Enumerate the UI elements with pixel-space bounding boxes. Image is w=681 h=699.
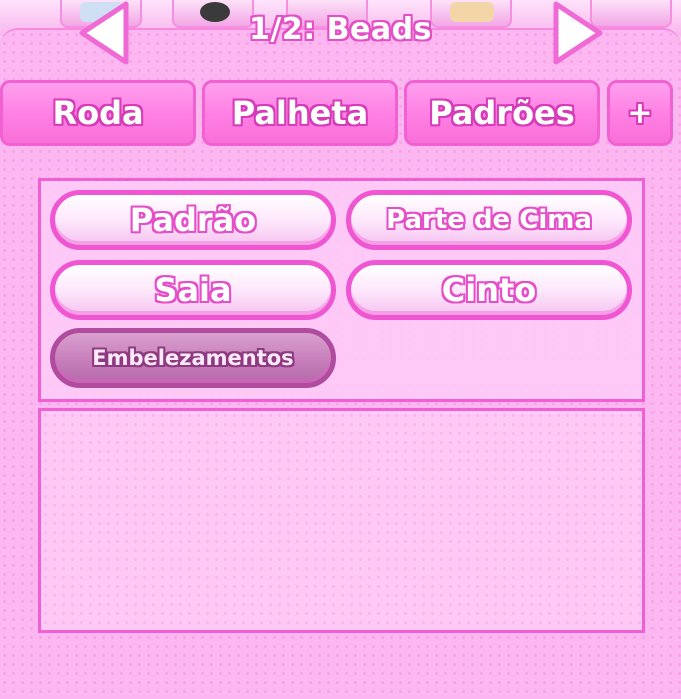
category-parte-de-cima-button[interactable]: Parte de Cima (346, 190, 632, 250)
category-padrao-button[interactable]: Padrão (50, 190, 336, 250)
next-page-button[interactable] (540, 0, 610, 66)
chevron-right-icon (553, 1, 603, 65)
category-cinto-button[interactable]: Cinto (346, 260, 632, 320)
category-embelezamentos-button[interactable]: Embelezamentos (50, 328, 336, 388)
add-tab-button[interactable]: + (607, 80, 673, 146)
tab-padroes[interactable]: Padrões (404, 80, 600, 146)
category-saia-button[interactable]: Saia (50, 260, 336, 320)
tab-palheta[interactable]: Palheta (202, 80, 398, 146)
tab-roda[interactable]: Roda (0, 80, 196, 146)
items-grid (38, 408, 645, 633)
